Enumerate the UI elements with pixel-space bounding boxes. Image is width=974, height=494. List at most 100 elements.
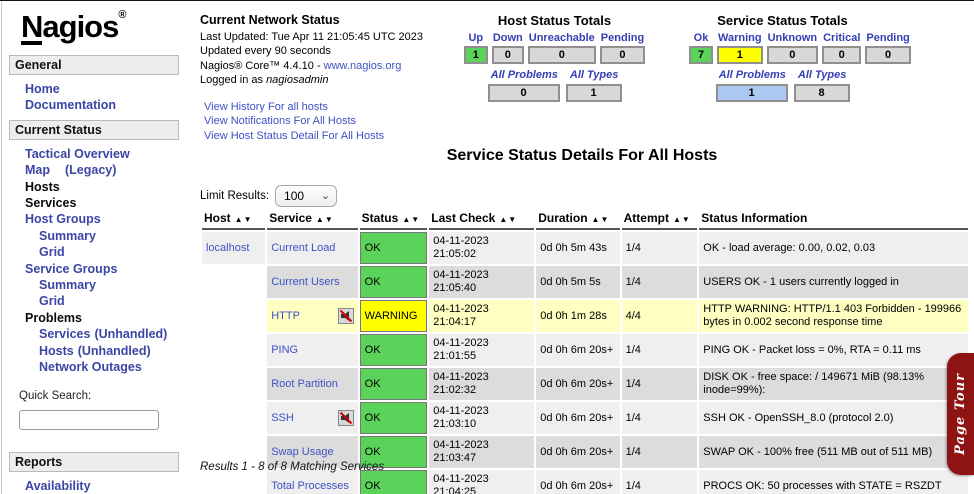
status-information: HTTP WARNING: HTTP/1.1 403 Forbidden - 1… (699, 300, 968, 332)
svc-ok-count[interactable]: 7 (689, 46, 713, 64)
svc-warning-count[interactable]: 1 (717, 46, 763, 64)
view-host-status-link[interactable]: View Host Status Detail For All Hosts (204, 129, 455, 144)
host-all-problems-label[interactable]: All Problems (491, 69, 558, 81)
svc-totals-col-unknown[interactable]: Unknown (767, 32, 819, 44)
status-badge: OK (360, 402, 428, 434)
sidebar-item-home[interactable]: Home (25, 81, 179, 97)
sort-arrows-icon[interactable]: ▲▼ (673, 215, 691, 224)
status-information: SWAP OK - 100% free (511 MB out of 511 M… (699, 436, 968, 468)
registered-mark: ® (118, 9, 125, 21)
sort-arrows-icon[interactable]: ▲▼ (592, 215, 610, 224)
svc-unknown-count[interactable]: 0 (767, 46, 819, 64)
host-status-totals: Host Status Totals Up Down Unreachable P… (452, 13, 657, 102)
svc-all-problems-label[interactable]: All Problems (719, 69, 786, 81)
limit-results-select[interactable]: 100 ⌄ (275, 185, 337, 207)
duration-value: 0d 0h 6m 20s+ (536, 402, 619, 434)
svc-all-types-count[interactable]: 8 (794, 84, 850, 102)
svc-all-types-label[interactable]: All Types (798, 69, 847, 81)
col-header-attempt: Attempt▲▼ (622, 209, 698, 230)
service-status-table: Host▲▼ Service▲▼ Status▲▼ Last Check▲▼ D… (200, 207, 970, 494)
service-link[interactable]: Current Load (271, 242, 335, 254)
sidebar-item-availability[interactable]: Availability (25, 478, 179, 494)
sort-arrows-icon[interactable]: ▲▼ (235, 215, 253, 224)
sidebar-item-tactical-overview[interactable]: Tactical Overview (25, 146, 179, 162)
view-history-link[interactable]: View History For all hosts (204, 100, 455, 115)
host-totals-col-down[interactable]: Down (492, 32, 524, 44)
host-up-count[interactable]: 1 (464, 46, 488, 64)
host-all-types-count[interactable]: 1 (566, 84, 622, 102)
service-link[interactable]: HTTP (271, 310, 300, 323)
sidebar-item-hosts[interactable]: Hosts (25, 179, 179, 195)
view-notifications-link[interactable]: View Notifications For All Hosts (204, 114, 455, 129)
last-check-value: 04-11-2023 21:03:10 (429, 402, 534, 434)
svc-totals-col-critical[interactable]: Critical (822, 32, 861, 44)
last-updated: Last Updated: Tue Apr 11 21:05:45 UTC 20… (200, 30, 455, 45)
service-link[interactable]: Current Users (271, 276, 339, 288)
host-totals-col-up[interactable]: Up (464, 32, 488, 44)
duration-value: 0d 0h 6m 20s+ (536, 436, 619, 468)
sidebar-item-services[interactable]: Services (25, 195, 179, 211)
sidebar-item-service-groups[interactable]: Service Groups (25, 261, 179, 277)
service-link[interactable]: SSH (271, 412, 294, 425)
page-tour-tab[interactable]: Page Tour (947, 353, 974, 475)
sidebar: Nagios® General Home Documentation Curre… (3, 1, 185, 494)
sidebar-item-services-unhandled[interactable]: Services(Unhandled) (25, 326, 179, 342)
quick-search-label: Quick Search: (19, 390, 91, 402)
last-check-value: 04-11-2023 21:02:32 (429, 368, 534, 400)
service-link[interactable]: Swap Usage (271, 446, 333, 458)
col-header-service: Service▲▼ (267, 209, 357, 230)
host-all-types-label[interactable]: All Types (570, 69, 619, 81)
sort-arrows-icon[interactable]: ▲▼ (316, 215, 334, 224)
svc-totals-col-pending[interactable]: Pending (865, 32, 910, 44)
attempt-value: 1/4 (622, 232, 698, 264)
duration-value: 0d 0h 5m 43s (536, 232, 619, 264)
limit-results-value: 100 (284, 189, 304, 203)
host-all-problems-count[interactable]: 0 (488, 84, 560, 102)
status-badge: OK (360, 266, 428, 298)
sidebar-item-host-groups[interactable]: Host Groups (25, 211, 179, 227)
host-totals-col-pending[interactable]: Pending (600, 32, 645, 44)
sidebar-item-hostgroup-grid[interactable]: Grid (25, 244, 179, 260)
last-check-value: 04-11-2023 21:04:17 (429, 300, 534, 332)
duration-value: 0d 0h 6m 20s+ (536, 368, 619, 400)
host-down-count[interactable]: 0 (492, 46, 524, 64)
quick-search-input[interactable] (19, 410, 159, 430)
nagios-org-link[interactable]: www.nagios.org (324, 60, 402, 72)
sidebar-item-hosts-unhandled[interactable]: Hosts(Unhandled) (25, 343, 179, 359)
host-unreachable-count[interactable]: 0 (528, 46, 596, 64)
status-information: PING OK - Packet loss = 0%, RTA = 0.11 m… (699, 334, 968, 366)
sort-arrows-icon[interactable]: ▲▼ (499, 215, 517, 224)
status-information: OK - load average: 0.00, 0.02, 0.03 (699, 232, 968, 264)
page-title: Service Status Details For All Hosts (190, 147, 974, 165)
sort-arrows-icon[interactable]: ▲▼ (402, 215, 420, 224)
sidebar-item-servicegroup-grid[interactable]: Grid (25, 293, 179, 309)
host-pending-count[interactable]: 0 (600, 46, 645, 64)
svc-totals-col-ok[interactable]: Ok (689, 32, 713, 44)
notifications-disabled-icon[interactable] (338, 410, 354, 426)
svc-pending-count[interactable]: 0 (865, 46, 910, 64)
table-row: PING OK 04-11-2023 21:01:55 0d 0h 6m 20s… (202, 334, 968, 366)
attempt-value: 1/4 (622, 334, 698, 366)
status-badge: OK (360, 470, 428, 494)
sidebar-item-hostgroup-summary[interactable]: Summary (25, 228, 179, 244)
service-link[interactable]: Total Processes (271, 480, 349, 492)
nagios-logo: Nagios® (9, 9, 179, 45)
logo-text: N (21, 13, 42, 45)
attempt-value: 1/4 (622, 436, 698, 468)
sidebar-item-network-outages[interactable]: Network Outages (25, 359, 179, 375)
svc-totals-col-warning[interactable]: Warning (717, 32, 763, 44)
sidebar-item-map[interactable]: Map(Legacy) (25, 162, 179, 178)
host-link[interactable]: localhost (206, 242, 249, 254)
service-link[interactable]: Root Partition (271, 378, 338, 390)
notifications-disabled-icon[interactable] (338, 308, 354, 324)
logged-in-user: nagiosadmin (266, 74, 328, 86)
host-totals-col-unreachable[interactable]: Unreachable (528, 32, 596, 44)
duration-value: 0d 0h 1m 28s (536, 300, 619, 332)
svc-critical-count[interactable]: 0 (822, 46, 861, 64)
sidebar-item-documentation[interactable]: Documentation (25, 97, 179, 113)
sidebar-item-servicegroup-summary[interactable]: Summary (25, 277, 179, 293)
service-link[interactable]: PING (271, 344, 298, 356)
svc-all-problems-count[interactable]: 1 (716, 84, 788, 102)
status-information: PROCS OK: 50 processes with STATE = RSZD… (699, 470, 968, 494)
sidebar-section-general: General (9, 55, 179, 75)
